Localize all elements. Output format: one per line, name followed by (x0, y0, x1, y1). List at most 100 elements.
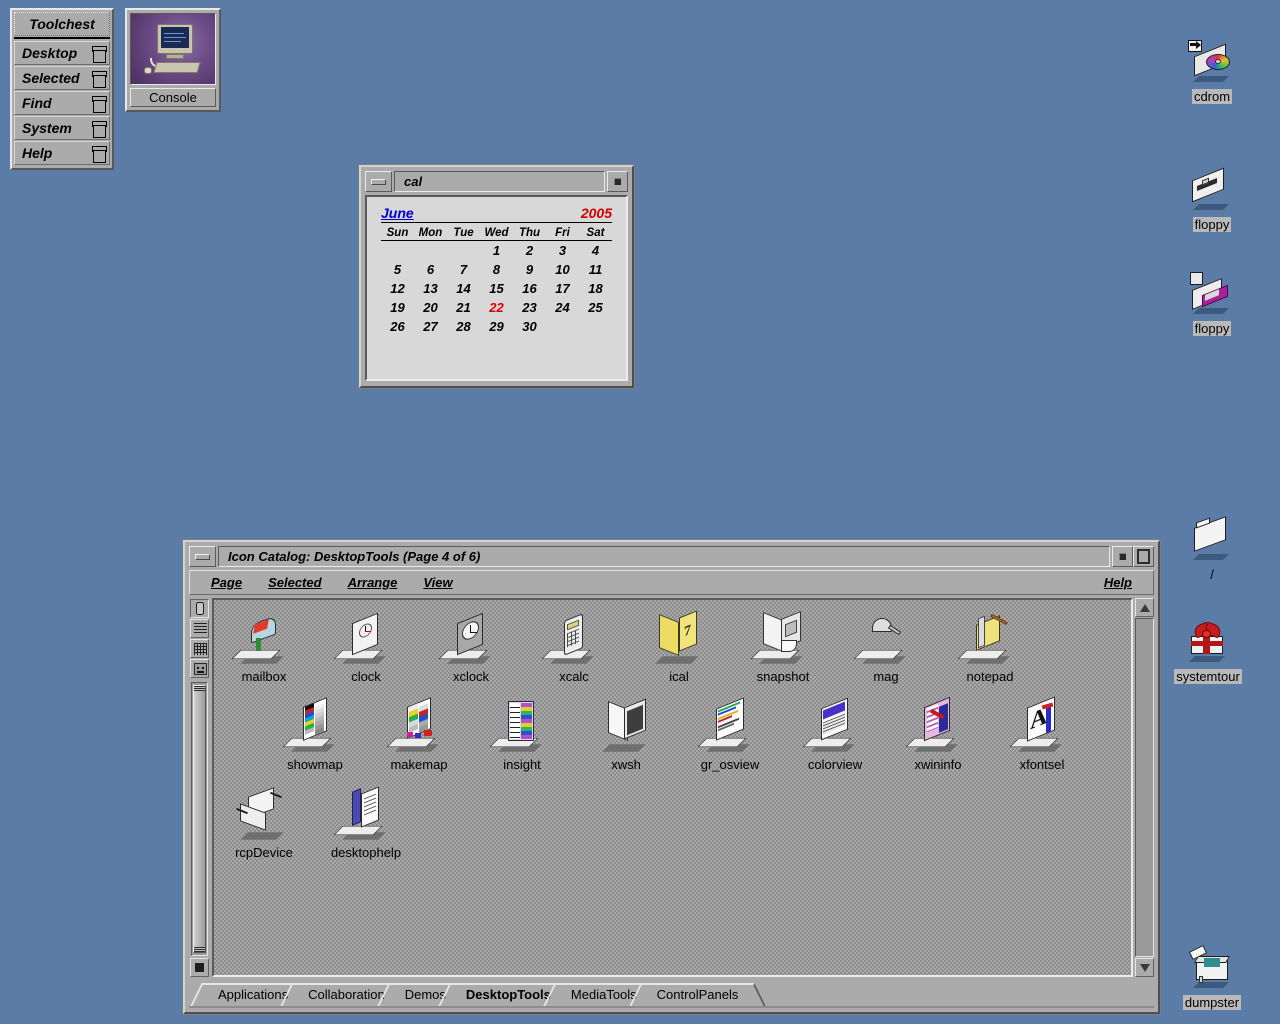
preview-view-button[interactable] (190, 659, 209, 678)
catalog-icon-xwininfo[interactable]: xwininfo (892, 696, 984, 772)
desktop-icon-cdrom[interactable]: cdrom (1172, 40, 1252, 106)
calendar-day: 12 (390, 281, 405, 296)
catalog-icon-desktophelp[interactable]: desktophelp (320, 786, 412, 860)
catalog-icon-notepad[interactable]: notepad (944, 612, 1036, 684)
catalog-icon-xclock[interactable]: xclock (425, 612, 517, 684)
catalog-icon-ical[interactable]: 7 ical (633, 610, 725, 684)
catalog-icon-insight[interactable]: insight (476, 700, 568, 772)
grid-view-button[interactable] (190, 639, 209, 658)
toolchest-item-label: Selected (22, 70, 80, 86)
calendar-day: 26 (390, 319, 405, 334)
catalog-icon-gr_osview[interactable]: gr_osview (684, 697, 776, 772)
xwininfo-icon (905, 696, 970, 756)
console-window-icon[interactable]: Console (125, 8, 221, 112)
makemap-icon (386, 697, 451, 756)
catalog-menubar[interactable]: Page Selected Arrange View Help (189, 570, 1154, 595)
catalog-icon-makemap[interactable]: makemap (373, 697, 465, 772)
notepad-icon (957, 612, 1022, 668)
gift-icon (1180, 620, 1236, 668)
desktop-icon-label: / (1210, 567, 1214, 582)
toolchest-item-selected[interactable]: Selected (14, 66, 110, 90)
toolchest-item-label: Help (22, 145, 53, 161)
toolchest-menu[interactable]: Toolchest Desktop Selected Find System Help (10, 8, 114, 170)
catalog-stop-button[interactable] (190, 958, 209, 977)
menu-page[interactable]: Page (198, 575, 255, 590)
desktop-icon-floppy[interactable]: floppy (1172, 167, 1252, 234)
catalog-window-menu-button[interactable] (1112, 546, 1133, 567)
tab-controlpanels[interactable]: ControlPanels (629, 983, 766, 1006)
desktop-icon-systemtour[interactable]: systemtour (1168, 620, 1248, 686)
cal-year-label: 2005 (580, 205, 612, 221)
catalog-view-toolbar[interactable] (189, 598, 210, 977)
calendar-day: 16 (522, 281, 537, 296)
menu-view[interactable]: View (410, 575, 465, 590)
toolchest-item-system[interactable]: System (14, 116, 110, 140)
desktop-icon-root[interactable]: / (1172, 516, 1252, 584)
catalog-icon-rcpdevice[interactable]: rcpDevice (218, 787, 310, 860)
desktop-icon-label: systemtour (1174, 669, 1242, 684)
cal-header: June 2005 (381, 205, 612, 223)
xclock-icon (438, 612, 503, 668)
catalog-icon-mag[interactable]: mag (840, 612, 932, 684)
slider-thumb[interactable] (193, 685, 206, 953)
list-view-button[interactable] (190, 619, 209, 638)
menu-help[interactable]: Help (1091, 575, 1145, 590)
calendar-day: 23 (522, 300, 537, 315)
workstation-icon (130, 13, 216, 85)
desktop-icon-label: cdrom (1191, 89, 1233, 104)
calendar-weekday: Fri (546, 225, 579, 241)
toolchest-icon (92, 70, 107, 88)
toolchest-item-label: System (22, 120, 72, 136)
catalog-icon-label: makemap (390, 757, 448, 772)
calendar-day: 30 (522, 319, 537, 334)
catalog-titlebar[interactable]: Icon Catalog: DesktopTools (Page 4 of 6) (189, 546, 1154, 567)
minimize-button[interactable] (365, 171, 392, 192)
catalog-icon-xcalc[interactable]: xcalc (528, 612, 620, 684)
calendar-week-row: 5 6 7 8 9 10 11 (381, 260, 612, 279)
window-menu-button[interactable] (607, 171, 628, 192)
scroll-up-icon[interactable] (1135, 598, 1154, 617)
catalog-maximize-button[interactable] (1133, 546, 1154, 567)
calendar-day: 6 (426, 262, 435, 277)
cal-titlebar[interactable]: cal (365, 171, 628, 192)
catalog-tabs[interactable]: Applications Collaboration Demos DesktopToo… (189, 980, 1154, 1008)
scroll-down-icon[interactable] (1135, 958, 1154, 977)
scrollbar-trough[interactable] (1135, 618, 1154, 957)
toolchest-item-desktop[interactable]: Desktop (14, 41, 110, 65)
catalog-vertical-scrollbar[interactable] (1135, 598, 1154, 977)
catalog-minimize-button[interactable] (189, 546, 216, 567)
calendar-day-empty (414, 241, 447, 261)
desktop-icon-label: dumpster (1182, 995, 1242, 1010)
catalog-icon-label: rcpDevice (235, 845, 293, 860)
calendar-day: 4 (591, 243, 600, 258)
catalog-icon-showmap[interactable]: showmap (269, 697, 361, 772)
calendar-weekday: Sat (579, 225, 612, 241)
mag-icon (853, 612, 918, 668)
cal-window[interactable]: cal June 2005 Sun Mon Tue Wed Thu Fri Sat 1234… (358, 164, 635, 389)
calendar-day: 27 (423, 319, 438, 334)
calendar-week-row: 19 20 21 22 23 24 25 (381, 298, 612, 317)
menu-arrange[interactable]: Arrange (335, 575, 411, 590)
calendar-day: 25 (588, 300, 603, 315)
catalog-icon-canvas[interactable]: mailbox clock xclock xcalc 7 ical snapshot mag n… (212, 598, 1133, 977)
desktop-icon-floppy[interactable]: floppy (1172, 272, 1252, 338)
desktop-icon-label: floppy (1192, 321, 1232, 336)
tab-label: Collaboration (308, 987, 385, 1002)
catalog-zoom-slider[interactable] (191, 682, 208, 956)
calendar-day: 3 (558, 243, 567, 258)
toolchest-item-find[interactable]: Find (14, 91, 110, 115)
menu-selected[interactable]: Selected (255, 575, 334, 590)
catalog-icon-clock[interactable]: clock (320, 612, 412, 684)
calendar-day: 13 (423, 281, 438, 296)
catalog-icon-colorview[interactable]: colorview (789, 697, 881, 772)
icon-view-button[interactable] (190, 599, 209, 618)
calendar-day: 11 (588, 262, 603, 277)
desktop-icon-dumpster[interactable]: dumpster (1172, 944, 1252, 1012)
icon-catalog-window[interactable]: Icon Catalog: DesktopTools (Page 4 of 6)… (182, 539, 1161, 1015)
toolchest-item-help[interactable]: Help (14, 141, 110, 165)
catalog-icon-label: mailbox (241, 669, 287, 684)
catalog-icon-mailbox[interactable]: mailbox (218, 612, 310, 684)
catalog-icon-xwsh[interactable]: xwsh (580, 698, 672, 772)
catalog-icon-snapshot[interactable]: snapshot (737, 610, 829, 684)
catalog-icon-xfontsel[interactable]: Axfontsel (996, 696, 1088, 772)
